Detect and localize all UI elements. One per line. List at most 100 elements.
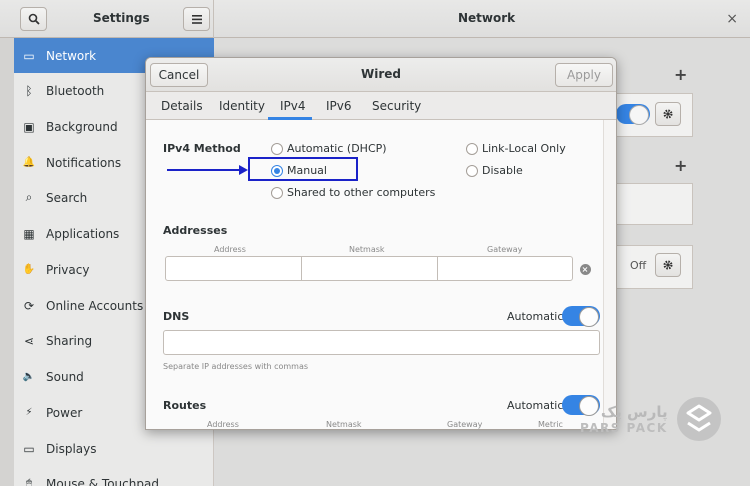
bell-icon: 🔔 [22,157,36,168]
sidebar-item-label: Background [46,119,118,134]
dns-automatic-toggle[interactable] [562,306,600,327]
sidebar-item-label: Network [46,48,97,63]
hamburger-icon [191,14,202,24]
add-connection-button[interactable]: + [674,156,687,175]
method-disable[interactable]: Disable [466,164,523,177]
dialog-header: Cancel Wired Apply [146,58,616,92]
tab-ipv6[interactable]: IPv6 [326,99,352,113]
method-automatic[interactable]: Automatic (DHCP) [271,142,387,155]
method-link-local[interactable]: Link-Local Only [466,142,566,155]
routes-title: Routes [163,399,207,412]
address-input[interactable] [165,256,302,281]
delete-address-button[interactable]: × [575,259,595,279]
online-accounts-icon: ⟳ [23,298,35,313]
mouse-icon: 🖱 [26,478,32,486]
dialog-tabs: Details Identity IPv4 IPv6 Security [146,92,616,120]
search-button[interactable] [20,7,47,31]
method-shared[interactable]: Shared to other computers [271,186,435,199]
network-title: Network [458,11,516,25]
radio-icon [271,186,283,199]
background-icon: ▣ [23,119,35,134]
network-icon: ▭ [23,48,35,63]
radio-icon [271,142,283,155]
tab-identity[interactable]: Identity [219,99,265,113]
sidebar-item-label: Privacy [46,262,90,277]
method-shared-label: Shared to other computers [287,186,436,199]
sidebar-item-label: Search [46,190,88,205]
proxy-status: Off [630,259,647,272]
address-column-header: Address [214,245,246,254]
method-link-local-label: Link-Local Only [482,142,566,155]
menu-button[interactable] [183,7,210,31]
plus-icon: + [674,156,688,175]
wired-dialog: Cancel Wired Apply Details Identity IPv4… [145,57,617,430]
dns-title: DNS [163,310,190,323]
header-bar-left: Settings [0,0,214,38]
pars-pack-logo-icon [676,397,721,441]
gear-icon [663,109,673,119]
netmask-column-header: Netmask [349,245,385,254]
sound-icon: 🔈 [22,371,36,382]
sidebar-item-label: Sharing [46,333,93,348]
proxy-card [615,245,693,289]
watermark-sub-text: PARS PACK [580,420,668,435]
sidebar-item-displays[interactable]: ▭ Displays [14,431,214,466]
close-icon: × [726,11,738,27]
header-bar: Settings Network × [0,0,750,38]
wired-toggle[interactable] [616,104,650,125]
gear-icon [663,260,673,270]
sidebar-item-label: Sound [46,369,84,384]
route-address-column-header: Address [207,420,239,429]
clear-icon: × [579,263,591,275]
gateway-column-header: Gateway [487,245,523,254]
sidebar-item-label: Mouse & Touchpad [46,476,159,486]
proxy-settings-button[interactable] [655,253,681,277]
power-icon: ⚡ [25,407,33,418]
bluetooth-icon: ᛒ [25,83,33,98]
privacy-icon: ✋ [22,264,36,275]
netmask-input[interactable] [301,256,438,281]
sidebar-item-label: Notifications [46,155,122,170]
tab-ipv4[interactable]: IPv4 [280,99,306,113]
pars-pack-watermark: پارس پک PARS PACK [580,396,724,442]
radio-icon [466,164,478,177]
addresses-title: Addresses [163,224,228,237]
dns-input[interactable] [163,330,600,355]
method-automatic-label: Automatic (DHCP) [287,142,387,155]
routes-automatic-label: Automatic [507,399,564,412]
search-icon [28,13,40,25]
radio-icon [466,142,478,155]
vpn-card [615,183,693,225]
add-vpn-button[interactable]: + [674,65,687,84]
sidebar-item-label: Displays [46,441,97,456]
sidebar-item-mouse[interactable]: 🖱 Mouse & Touchpad [14,466,214,486]
gateway-input[interactable] [437,256,573,281]
wired-settings-button[interactable] [655,102,681,126]
tab-details[interactable]: Details [161,99,203,113]
displays-icon: ▭ [23,441,35,456]
route-metric-column-header: Metric [538,420,563,429]
close-window-button[interactable]: × [726,11,738,27]
ipv4-method-label: IPv4 Method [163,142,241,155]
search-icon: ⌕ [25,190,33,204]
route-netmask-column-header: Netmask [326,420,362,429]
settings-title: Settings [93,11,150,25]
sidebar-edge [0,38,14,486]
dialog-title: Wired [361,67,401,81]
sharing-icon: ⋖ [23,333,35,348]
sidebar-item-label: Bluetooth [46,83,105,98]
apply-button[interactable]: Apply [555,63,613,87]
dns-hint: Separate IP addresses with commas [163,362,309,371]
arrow-icon [167,165,248,175]
dialog-scrollbar[interactable] [603,120,616,429]
route-gateway-column-header: Gateway [447,420,483,429]
sidebar-item-label: Online Accounts [46,298,144,313]
sidebar-item-label: Applications [46,226,120,241]
method-disable-label: Disable [482,164,523,177]
tab-security[interactable]: Security [372,99,421,113]
applications-icon: ▦ [23,226,35,241]
plus-icon: + [674,65,688,84]
sidebar-item-label: Power [46,405,83,420]
dns-automatic-label: Automatic [507,310,564,323]
watermark-main-text: پارس پک [600,402,668,421]
